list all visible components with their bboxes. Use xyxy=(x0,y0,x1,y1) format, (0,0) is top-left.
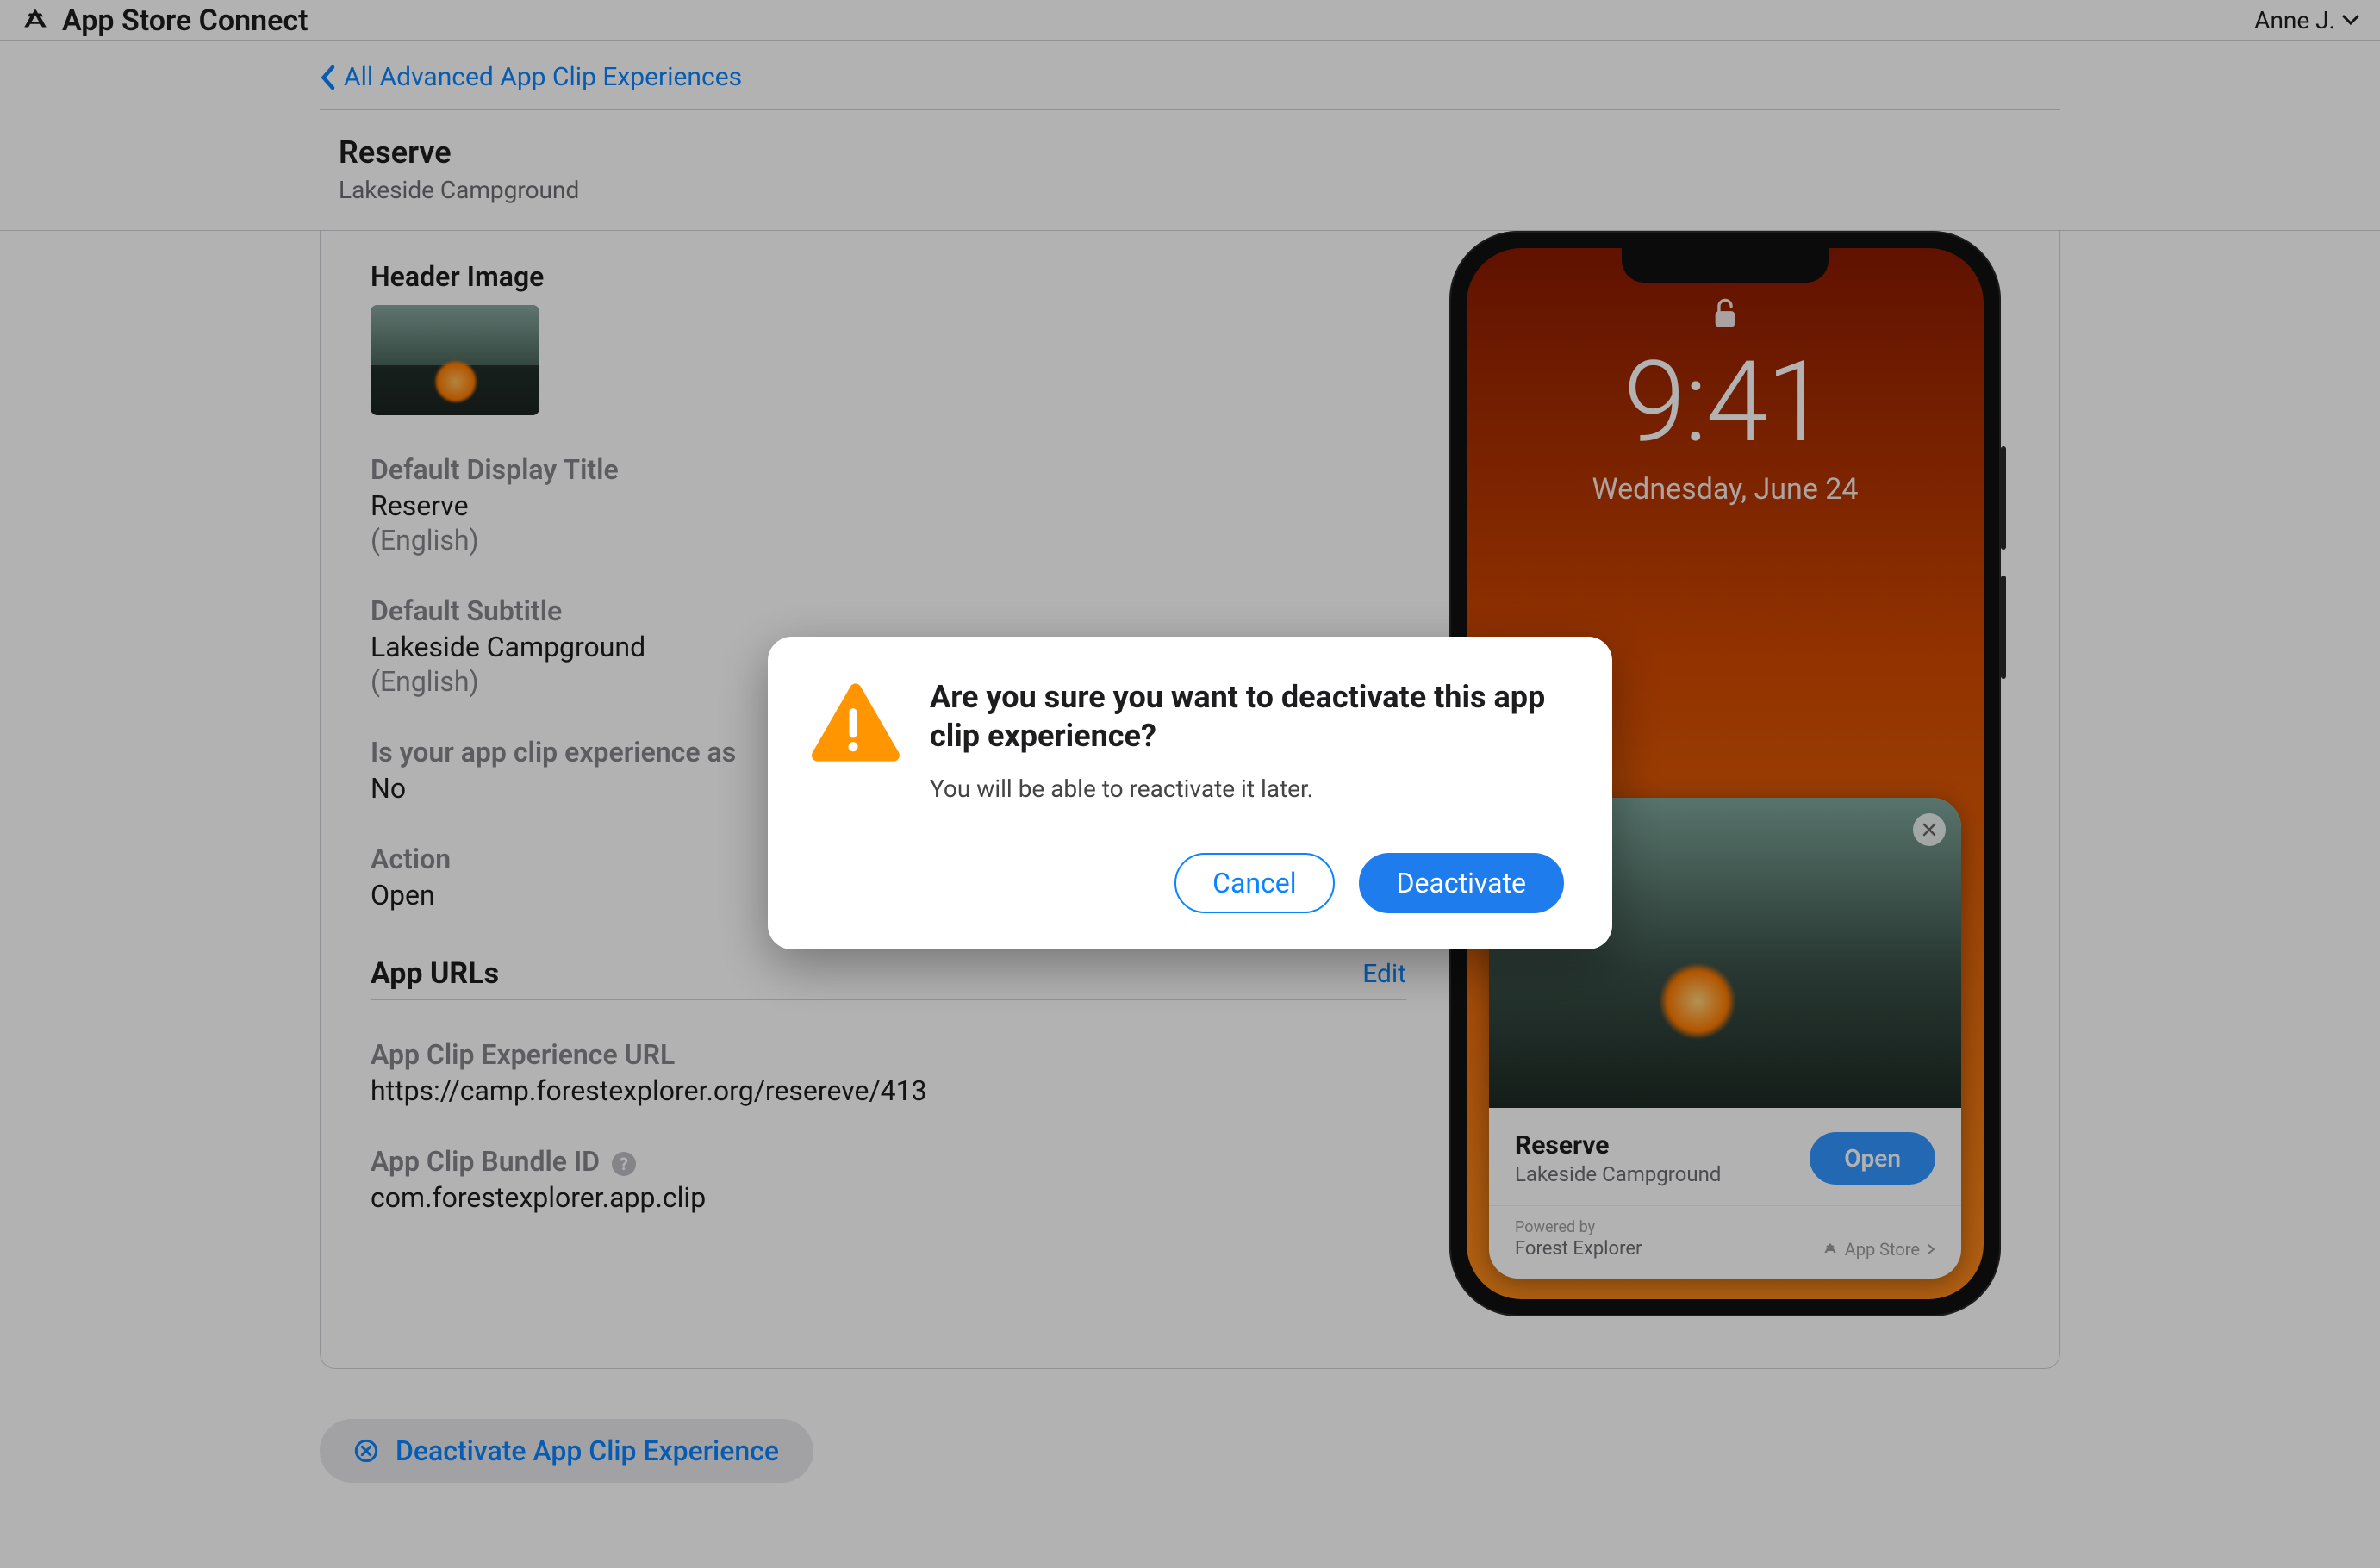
confirm-deactivate-dialog: Are you sure you want to deactivate this… xyxy=(768,637,1612,949)
dialog-message: You will be able to reactivate it later. xyxy=(930,775,1564,803)
dialog-title: Are you sure you want to deactivate this… xyxy=(930,678,1564,756)
confirm-deactivate-button[interactable]: Deactivate xyxy=(1359,853,1564,913)
cancel-button[interactable]: Cancel xyxy=(1174,853,1334,913)
modal-scrim[interactable]: Are you sure you want to deactivate this… xyxy=(0,0,2380,1568)
warning-icon xyxy=(806,681,900,768)
